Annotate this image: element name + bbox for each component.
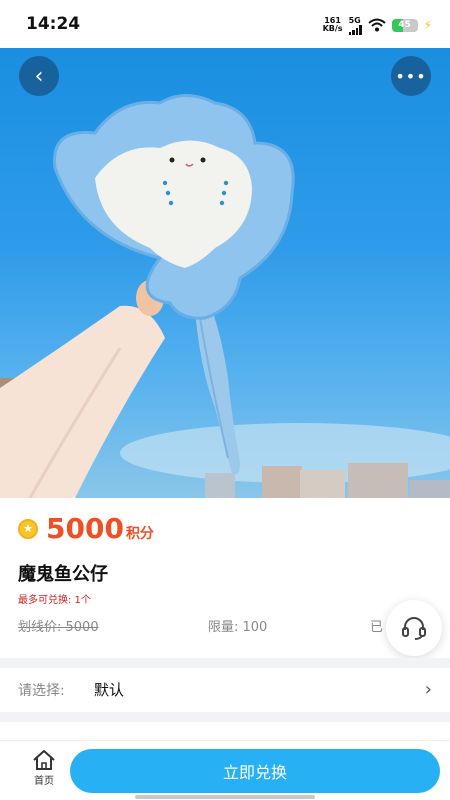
exchange-now-button[interactable]: 立即兑换: [70, 749, 440, 793]
home-label: 首页: [34, 776, 54, 787]
chevron-left-icon: ‹: [34, 63, 44, 89]
price-unit: 积分: [125, 526, 154, 542]
exchange-limit: 最多可兑换: 1个: [18, 595, 91, 606]
home-icon: [33, 750, 55, 770]
status-indicators: 161 KB/s 5G 45 ⚡: [323, 14, 432, 36]
more-dots-icon: •••: [395, 66, 427, 86]
customer-service-button[interactable]: [386, 600, 442, 656]
product-info: ★ 5000 积分 魔鬼鱼公仔 最多可兑换: 1个 划线价: 5000 限量: …: [0, 498, 450, 658]
home-tab[interactable]: 首页: [20, 749, 68, 787]
wifi-icon: [367, 18, 386, 32]
charging-icon: ⚡: [423, 18, 432, 32]
points-coin-icon: ★: [18, 518, 38, 539]
back-button[interactable]: ‹: [19, 56, 59, 96]
signal-icon: 5G: [348, 16, 362, 35]
product-photo-illustration: [0, 94, 450, 498]
select-value: 默认: [94, 681, 125, 699]
battery-icon: 45: [391, 18, 418, 32]
chevron-right-icon: ›: [424, 679, 432, 700]
home-indicator[interactable]: [135, 795, 315, 799]
headset-icon: [402, 617, 426, 640]
product-name: 魔鬼鱼公仔: [18, 564, 108, 585]
section-divider: [0, 658, 450, 668]
purchase-limit: 限量: 100: [208, 620, 268, 635]
bottom-action-bar: 首页 立即兑换: [0, 740, 450, 800]
product-image: ‹ •••: [0, 48, 450, 498]
price-value: 5000: [46, 512, 124, 545]
more-button[interactable]: •••: [391, 56, 431, 96]
section-divider: [0, 712, 450, 722]
network-speed: 161 KB/s: [322, 16, 343, 33]
option-select-row[interactable]: 请选择: 默认 ›: [0, 668, 450, 712]
status-bar: 14:24 161 KB/s 5G 45 ⚡: [0, 0, 450, 48]
select-label: 请选择:: [18, 683, 65, 699]
original-price: 划线价: 5000: [18, 620, 99, 635]
price-row: ★ 5000 积分: [18, 512, 154, 545]
status-time: 14:24: [26, 14, 81, 34]
sold-count: 已: [370, 620, 384, 635]
